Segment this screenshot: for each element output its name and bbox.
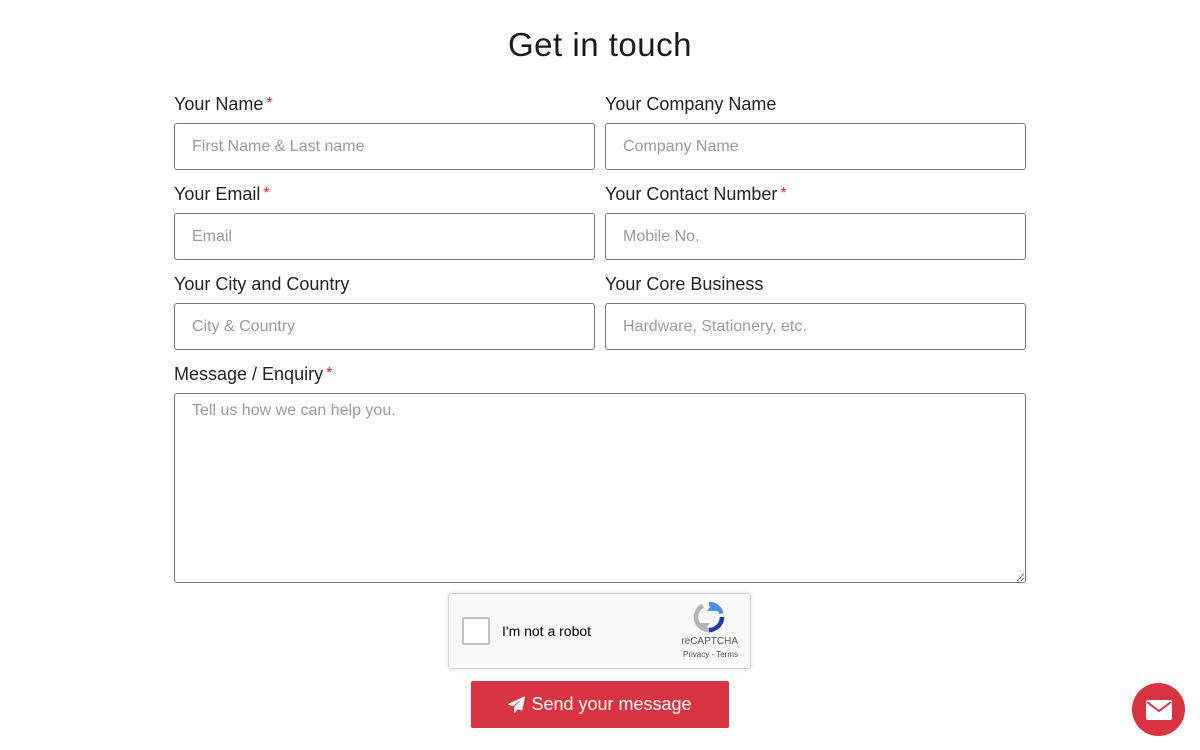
contact-label-text: Your Contact Number [605, 184, 778, 204]
envelope-icon [1145, 699, 1172, 720]
recaptcha-terms-link[interactable]: Terms [716, 650, 738, 659]
recaptcha-logo-icon [693, 601, 725, 633]
company-label-text: Your Company Name [605, 94, 777, 114]
name-label: Your Name * [174, 94, 273, 115]
send-message-button[interactable]: Send your message [471, 681, 729, 728]
city-label: Your City and Country [174, 274, 349, 295]
send-message-label: Send your message [531, 694, 692, 714]
floating-mail-button[interactable] [1132, 683, 1185, 736]
company-label: Your Company Name [605, 94, 776, 115]
name-required-marker: * [266, 95, 273, 112]
name-label-text: Your Name [174, 94, 264, 114]
recaptcha-links: Privacy - Terms [683, 650, 738, 659]
core-business-input[interactable] [605, 303, 1026, 350]
city-label-text: Your City and Country [174, 274, 350, 294]
email-label: Your Email * [174, 184, 270, 205]
company-input[interactable] [605, 123, 1026, 170]
name-input[interactable] [174, 123, 595, 170]
contact-page: Get in touch Your Name* Your Company Nam… [0, 0, 1200, 750]
business-label-text: Your Core Business [605, 274, 764, 294]
contact-required-marker: * [780, 185, 787, 202]
recaptcha-label: I'm not a robot [502, 623, 592, 639]
email-input[interactable] [174, 213, 595, 260]
recaptcha-checkbox[interactable] [462, 617, 490, 645]
message-required-marker: * [326, 365, 333, 382]
recaptcha-privacy-link[interactable]: Privacy [683, 650, 709, 659]
business-label: Your Core Business [605, 274, 763, 295]
email-label-text: Your Email [174, 184, 261, 204]
message-label: Message / Enquiry * [174, 364, 332, 385]
recaptcha-widget: I'm not a robot reCAPTCHA Privacy - Term… [448, 593, 751, 669]
message-textarea[interactable] [174, 393, 1026, 583]
contact-label: Your Contact Number * [605, 184, 787, 205]
email-required-marker: * [263, 185, 270, 202]
contact-number-input[interactable] [605, 213, 1026, 260]
paper-plane-icon [508, 696, 526, 713]
message-label-text: Message / Enquiry [174, 364, 324, 384]
city-country-input[interactable] [174, 303, 595, 350]
recaptcha-brand: reCAPTCHA [681, 636, 738, 647]
page-title: Get in touch [508, 26, 692, 63]
